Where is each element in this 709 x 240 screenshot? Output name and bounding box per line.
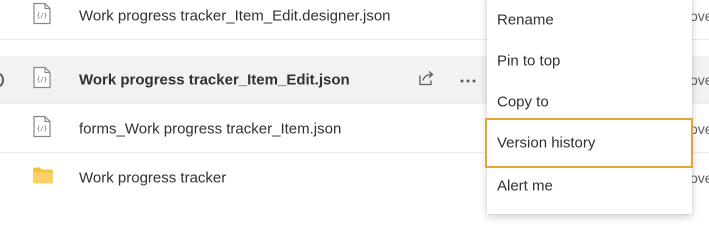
menu-item-copy-to[interactable]: Copy to: [487, 82, 692, 122]
context-menu: Rename Pin to top Copy to Version histor…: [485, 0, 693, 214]
menu-item-label: Pin to top: [497, 52, 561, 70]
row-checkbox[interactable]: [0, 72, 4, 87]
json-file-icon: {/}: [33, 115, 51, 142]
svg-text:{/}: {/}: [37, 125, 48, 132]
json-file-icon: {/}: [33, 66, 51, 93]
menu-item-label: Version history: [497, 134, 596, 152]
file-name[interactable]: Work progress tracker_Item_Edit.json: [79, 71, 350, 88]
share-icon[interactable]: [417, 68, 435, 91]
menu-item-alert-me[interactable]: Alert me: [487, 166, 692, 206]
svg-text:{/}: {/}: [37, 12, 48, 19]
modified-by-text: ove: [690, 71, 709, 88]
folder-icon: [32, 167, 54, 190]
folder-name[interactable]: Work progress tracker: [79, 170, 226, 187]
menu-item-label: Alert me: [497, 177, 553, 195]
json-file-icon: {/}: [33, 2, 51, 29]
menu-item-label: Copy to: [497, 93, 549, 111]
menu-item-version-history[interactable]: Version history: [485, 118, 693, 168]
modified-by-text: ove: [690, 7, 709, 24]
file-name[interactable]: forms_Work progress tracker_Item.json: [79, 120, 341, 137]
modified-by-text: ove: [690, 170, 709, 186]
svg-text:{/}: {/}: [37, 76, 48, 83]
menu-item-pin-to-top[interactable]: Pin to top: [487, 41, 692, 81]
more-options-icon[interactable]: [459, 71, 477, 89]
menu-item-label: Rename: [497, 11, 554, 29]
menu-item-rename[interactable]: Rename: [487, 0, 692, 40]
file-name[interactable]: Work progress tracker_Item_Edit.designer…: [79, 7, 391, 24]
